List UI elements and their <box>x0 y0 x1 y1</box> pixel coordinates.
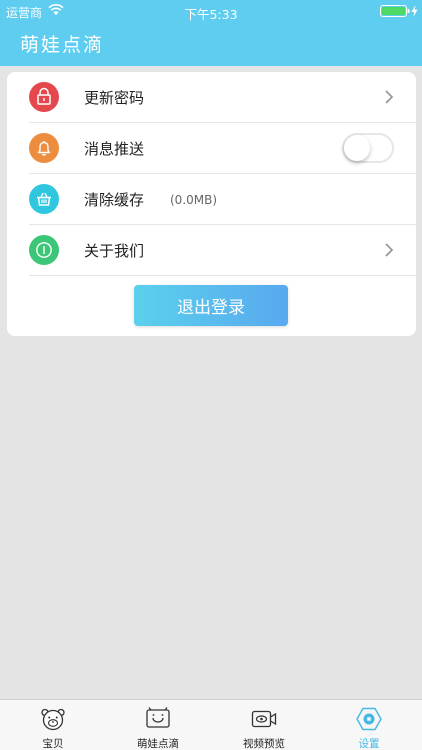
page-title: 萌娃点滴 <box>20 34 105 56</box>
row-label: 消息推送 <box>84 140 145 158</box>
status-bar: 运营商 下午5:33 <box>0 0 422 22</box>
row-label: 清除缓存 <box>84 191 145 209</box>
tab-settings[interactable]: 设置 <box>316 700 422 750</box>
charging-bolt-icon <box>411 5 418 17</box>
lock-icon <box>29 82 59 112</box>
row-clear-cache[interactable]: 清除缓存 (0.0MB) <box>7 174 416 225</box>
tab-label: 萌娃点滴 <box>137 738 179 750</box>
bear-face-icon <box>41 708 65 731</box>
tab-baby[interactable]: 宝贝 <box>0 700 106 750</box>
row-label: 更新密码 <box>84 89 145 107</box>
tab-bar: 宝贝 萌娃点滴 视频预览 设置 <box>0 699 422 750</box>
push-toggle[interactable] <box>342 133 394 163</box>
tab-label: 视频预览 <box>243 738 285 750</box>
tab-label: 宝贝 <box>42 738 64 750</box>
tab-moments[interactable]: 萌娃点滴 <box>105 700 211 750</box>
cache-size-value: (0.0MB) <box>170 193 218 207</box>
row-update-password[interactable]: 更新密码 <box>7 72 416 123</box>
chevron-right-icon <box>385 90 394 104</box>
battery-icon <box>380 5 410 17</box>
settings-card: 更新密码 消息推送 清除缓存 (0.0MB) 关于我们 退出登录 <box>7 72 416 336</box>
bell-icon <box>29 133 59 163</box>
status-time: 下午5:33 <box>184 7 238 22</box>
top-bar: 运营商 下午5:33 萌娃点滴 <box>0 0 422 66</box>
settings-hex-icon <box>356 707 382 731</box>
info-icon <box>29 235 59 265</box>
row-push-notifications: 消息推送 <box>7 123 416 174</box>
row-about-us[interactable]: 关于我们 <box>7 225 416 276</box>
tab-video-preview[interactable]: 视频预览 <box>211 700 317 750</box>
smile-tv-icon <box>146 707 170 728</box>
basket-icon <box>29 184 59 214</box>
chevron-right-icon <box>385 243 394 257</box>
divider <box>29 275 416 276</box>
row-label: 关于我们 <box>84 242 145 260</box>
toggle-knob <box>344 135 370 161</box>
logout-button[interactable]: 退出登录 <box>134 285 288 326</box>
tab-label: 设置 <box>358 738 380 750</box>
camera-icon <box>251 710 277 728</box>
